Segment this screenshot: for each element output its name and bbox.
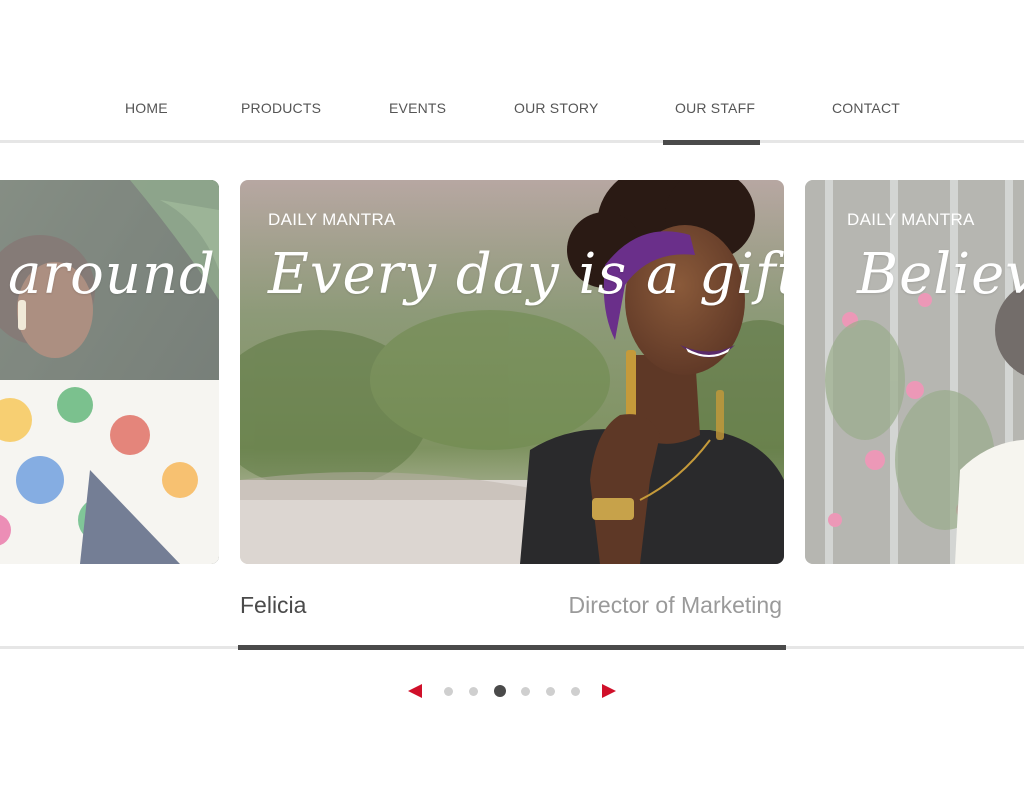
staff-photo-active (240, 180, 784, 564)
nav-item-home[interactable]: HOME (125, 100, 168, 116)
mantra-text-next: Believe (857, 242, 1024, 307)
nav-item-events[interactable]: EVENTS (389, 100, 446, 116)
nav-item-our-staff[interactable]: OUR STAFF (675, 100, 755, 116)
nav-item-products[interactable]: PRODUCTS (241, 100, 321, 116)
mantra-text-previous: around. (8, 242, 219, 307)
pager-dot-6[interactable] (571, 687, 580, 696)
staff-name: Felicia (240, 592, 307, 618)
nav-item-our-story[interactable]: OUR STORY (514, 100, 599, 116)
carousel-card-active[interactable]: DAILY MANTRA Every day is a gift. (240, 180, 784, 564)
mantra-text-active: Every day is a gift. (268, 242, 784, 307)
triangle-left-icon[interactable] (408, 684, 422, 698)
nav-active-indicator (663, 140, 760, 145)
mantra-label: DAILY MANTRA (268, 210, 396, 229)
carousel-card-next[interactable]: DAILY MANTRA Believe (805, 180, 1024, 564)
inactive-card-overlay (0, 180, 219, 564)
triangle-right-icon[interactable] (602, 684, 616, 698)
main-nav: HOME PRODUCTS EVENTS OUR STORY OUR STAFF… (0, 0, 1024, 146)
pager-dot-4[interactable] (521, 687, 530, 696)
nav-divider (0, 140, 1024, 143)
nav-item-contact[interactable]: CONTACT (832, 100, 900, 116)
caption-active-indicator (238, 645, 786, 650)
pager-dot-2[interactable] (469, 687, 478, 696)
carousel-card-previous[interactable]: around. (0, 180, 219, 564)
pager-dot-1[interactable] (444, 687, 453, 696)
inactive-card-overlay (805, 180, 1024, 564)
mantra-label-next: DAILY MANTRA (847, 210, 975, 229)
pager-dot-5[interactable] (546, 687, 555, 696)
staff-role: Director of Marketing (568, 592, 782, 618)
carousel-pager (0, 683, 1024, 701)
pager-dot-3-active[interactable] (494, 685, 506, 697)
